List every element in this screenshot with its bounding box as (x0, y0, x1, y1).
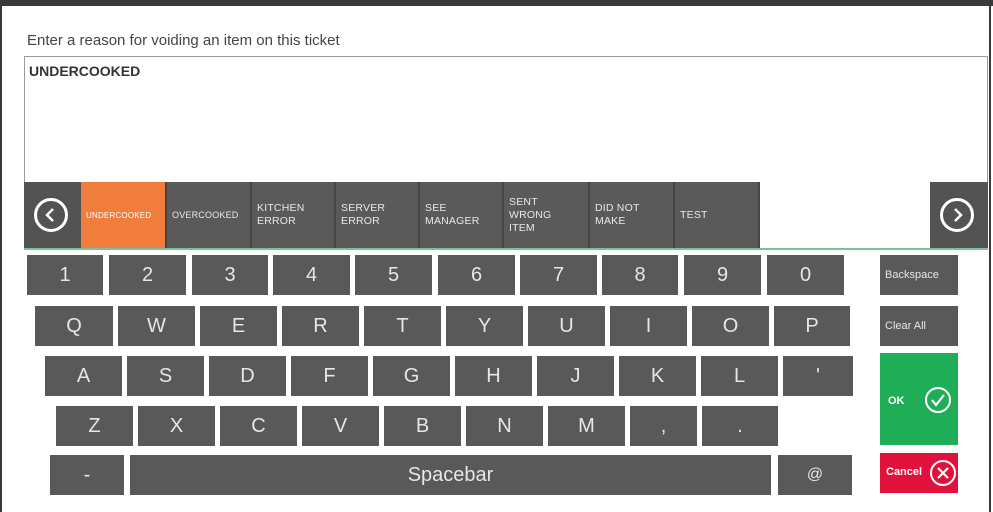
key-7[interactable]: 7 (520, 255, 597, 295)
reason-bar: UNDERCOOKED OVERCOOKED KITCHEN ERROR SER… (24, 182, 988, 250)
key-q[interactable]: Q (35, 306, 113, 346)
key-g[interactable]: G (373, 356, 450, 396)
key-comma[interactable]: , (630, 406, 697, 446)
reason-see-manager[interactable]: SEE MANAGER (420, 182, 504, 248)
key-s[interactable]: S (127, 356, 204, 396)
reason-textbox[interactable]: UNDERCOOKED (24, 56, 988, 184)
window-right-border (989, 0, 991, 512)
reason-test[interactable]: TEST (675, 182, 760, 248)
key-p[interactable]: P (774, 306, 850, 346)
key-d[interactable]: D (209, 356, 286, 396)
key-v[interactable]: V (302, 406, 379, 446)
key-1[interactable]: 1 (27, 255, 103, 295)
reason-bar-empty-slot (760, 182, 930, 248)
reason-label-line: ERROR (257, 215, 296, 227)
reason-textbox-value: UNDERCOOKED (29, 63, 141, 79)
window-left-border (0, 0, 2, 512)
key-h[interactable]: H (455, 356, 532, 396)
reason-label-line: SEE (425, 202, 447, 214)
key-c[interactable]: C (220, 406, 297, 446)
key-0[interactable]: 0 (767, 255, 844, 295)
key-t[interactable]: T (364, 306, 441, 346)
next-reasons-button[interactable] (940, 198, 974, 232)
key-z[interactable]: Z (56, 406, 133, 446)
reason-label-line: DID NOT (595, 202, 640, 214)
clear-all-button[interactable]: Clear All (880, 306, 958, 346)
reason-did-not-make[interactable]: DID NOT MAKE (590, 182, 675, 248)
reason-label-line: ERROR (341, 215, 380, 227)
key-dash[interactable]: - (50, 455, 124, 495)
key-i[interactable]: I (610, 306, 687, 346)
cancel-button[interactable]: Cancel (880, 453, 958, 493)
key-2[interactable]: 2 (109, 255, 186, 295)
key-at[interactable]: @ (778, 455, 852, 495)
key-5[interactable]: 5 (355, 255, 432, 295)
key-r[interactable]: R (282, 306, 359, 346)
reason-overcooked[interactable]: OVERCOOKED (167, 182, 252, 248)
backspace-button[interactable]: Backspace (880, 255, 958, 295)
key-apostrophe[interactable]: ' (783, 356, 853, 396)
close-circle-icon (930, 460, 956, 486)
reason-label: TEST (680, 208, 708, 221)
prev-reasons-button[interactable] (34, 198, 68, 232)
reason-label-line: ITEM (509, 221, 535, 234)
key-period[interactable]: . (702, 406, 778, 446)
reason-label-line: SERVER (341, 202, 386, 214)
key-m[interactable]: M (548, 406, 625, 446)
reason-kitchen-error[interactable]: KITCHEN ERROR (252, 182, 336, 248)
window-top-border (0, 0, 993, 6)
key-l[interactable]: L (701, 356, 778, 396)
key-n[interactable]: N (466, 406, 543, 446)
key-j[interactable]: J (537, 356, 614, 396)
reason-label: UNDERCOOKED (86, 210, 152, 220)
checkmark-circle-icon (925, 387, 951, 413)
reason-server-error[interactable]: SERVER ERROR (336, 182, 420, 248)
reason-label-line: WRONG (509, 208, 552, 221)
ok-label: OK (888, 395, 905, 407)
key-3[interactable]: 3 (192, 255, 268, 295)
key-9[interactable]: 9 (684, 255, 761, 295)
reason-label-line: MAKE (595, 215, 626, 227)
key-4[interactable]: 4 (273, 255, 350, 295)
key-x[interactable]: X (138, 406, 215, 446)
key-6[interactable]: 6 (438, 255, 515, 295)
key-b[interactable]: B (384, 406, 461, 446)
prompt-label: Enter a reason for voiding an item on th… (27, 32, 340, 49)
chevron-right-icon (954, 208, 963, 222)
reason-undercooked[interactable]: UNDERCOOKED (81, 182, 167, 248)
chevron-left-icon (45, 208, 54, 222)
reason-label: OVERCOOKED (172, 209, 239, 220)
reason-label-line: MANAGER (425, 215, 480, 227)
ok-button[interactable]: OK (880, 353, 958, 445)
key-y[interactable]: Y (446, 306, 523, 346)
key-k[interactable]: K (619, 356, 696, 396)
key-a[interactable]: A (45, 356, 122, 396)
key-8[interactable]: 8 (602, 255, 678, 295)
reason-sent-wrong-item[interactable]: SENT WRONG ITEM (504, 182, 590, 248)
key-u[interactable]: U (528, 306, 605, 346)
reason-label-line: KITCHEN (257, 202, 305, 214)
spacebar-key[interactable]: Spacebar (130, 455, 771, 495)
key-w[interactable]: W (118, 306, 195, 346)
reason-label-line: SENT (509, 195, 538, 208)
cancel-label: Cancel (886, 466, 923, 478)
key-o[interactable]: O (692, 306, 769, 346)
key-f[interactable]: F (291, 356, 368, 396)
key-e[interactable]: E (200, 306, 277, 346)
